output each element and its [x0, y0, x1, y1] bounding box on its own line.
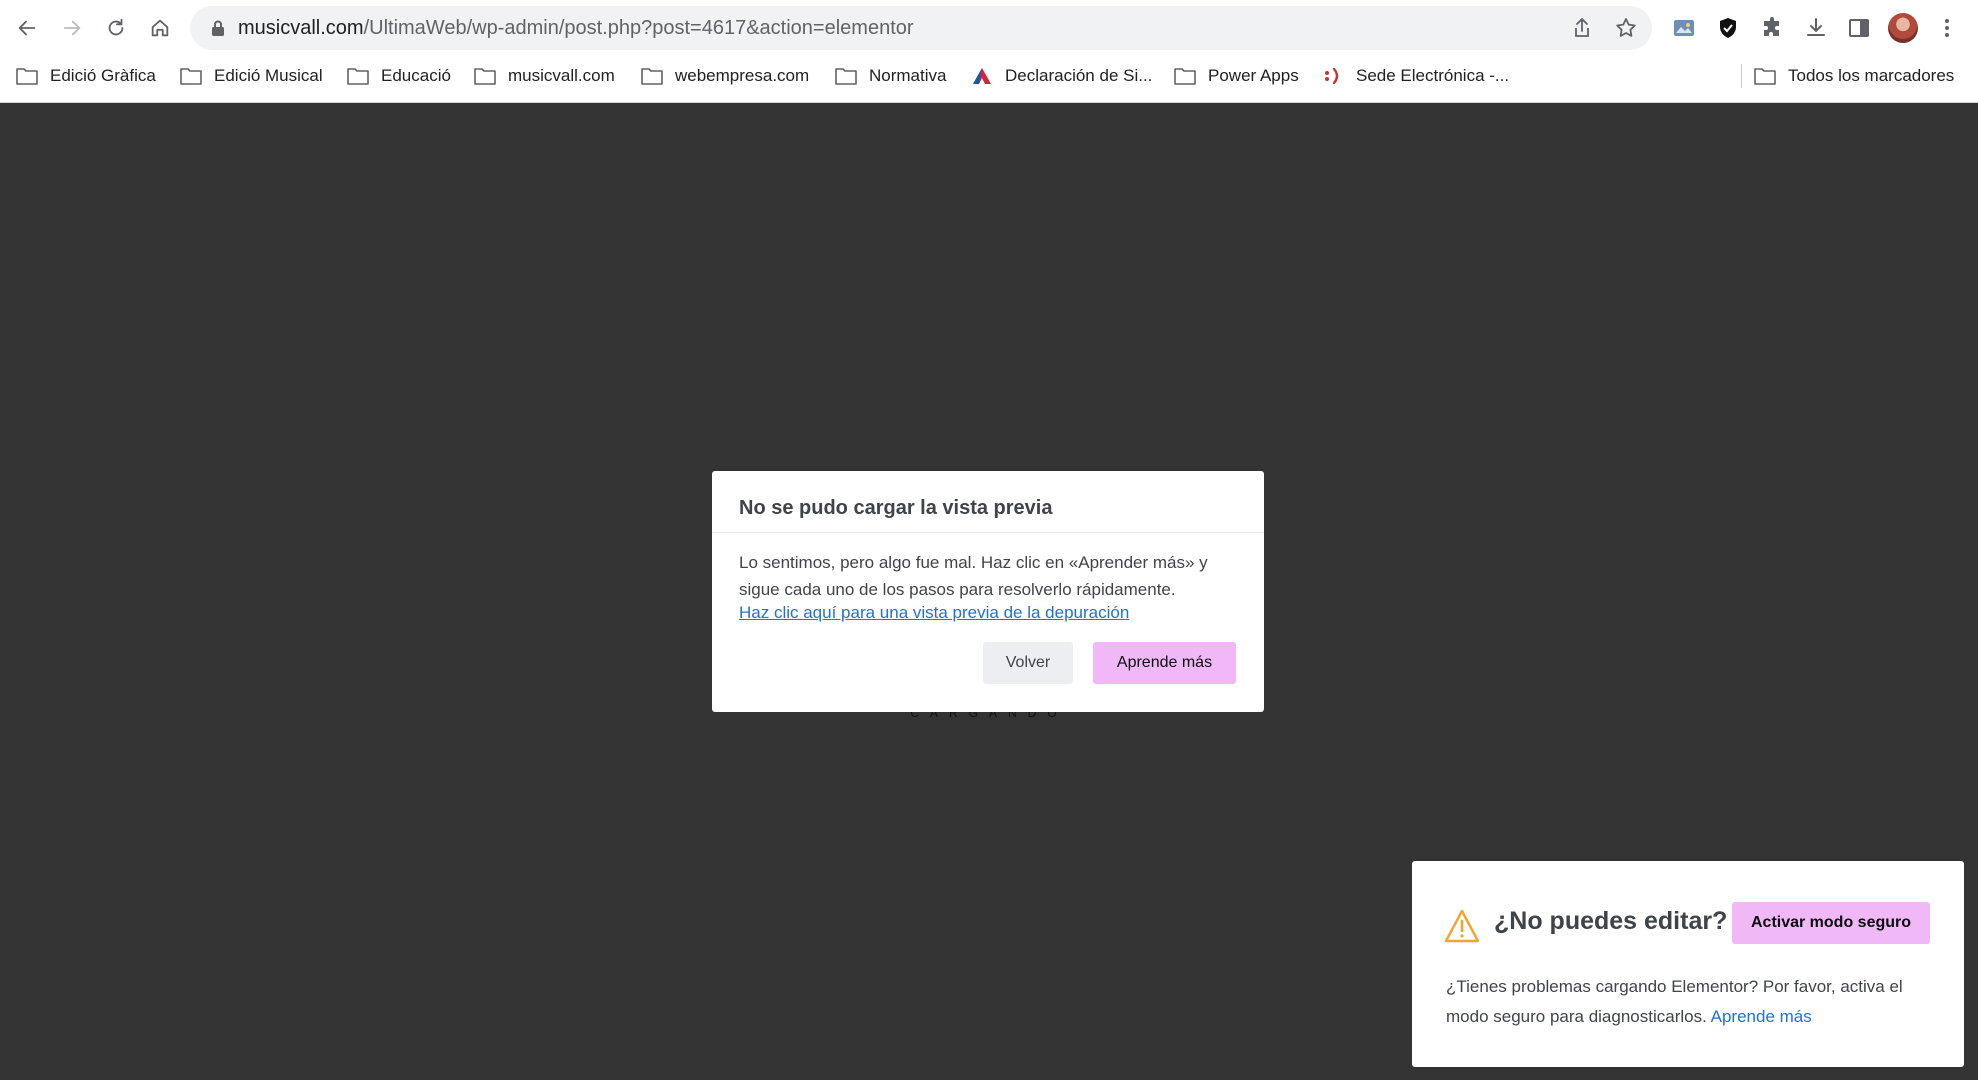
kebab-menu-icon[interactable] [1933, 14, 1961, 42]
bookmark-label: Educació [381, 66, 451, 85]
arrow-left-icon [18, 20, 36, 36]
folder-icon [1754, 68, 1776, 85]
reload-button[interactable] [98, 10, 134, 46]
browser-chrome: musicvall.com/UltimaWeb/wp-admin/post.ph… [0, 0, 1978, 103]
bookmark-label: Edició Musical [214, 66, 323, 85]
folder-icon [641, 68, 663, 85]
dialog-message: Lo sentimos, pero algo fue mal. Haz clic… [739, 553, 1208, 599]
reload-icon [108, 18, 124, 36]
image-extension-icon[interactable] [1670, 14, 1698, 42]
folder-icon [16, 68, 38, 85]
bookmark-label: Sede Electrónica -... [1356, 66, 1510, 85]
bookmark-normativa[interactable]: Normativa [835, 64, 946, 88]
star-icon[interactable] [1614, 16, 1638, 40]
notice-learn-more-link[interactable]: Aprende más [1711, 1007, 1812, 1026]
browser-toolbar: musicvall.com/UltimaWeb/wp-admin/post.ph… [0, 0, 1978, 56]
preview-error-dialog: No se pudo cargar la vista previa Lo sen… [712, 471, 1264, 712]
sede-logo-icon [1325, 67, 1339, 85]
bookmark-label: Power Apps [1208, 66, 1299, 85]
all-bookmarks[interactable]: Todos los marcadores [1754, 64, 1954, 88]
folder-icon [1174, 68, 1196, 85]
arrow-right-icon [63, 20, 81, 36]
back-dialog-button[interactable]: Volver [983, 642, 1073, 684]
folder-icon [835, 68, 857, 85]
bookmark-edicio-grafica[interactable]: Edició Gràfica [16, 64, 156, 88]
notice-message: ¿Tienes problemas cargando Elementor? Po… [1446, 977, 1903, 1026]
folder-icon [180, 68, 202, 85]
url-text[interactable]: musicvall.com/UltimaWeb/wp-admin/post.ph… [238, 17, 914, 40]
bookmark-label: Normativa [869, 66, 947, 85]
folder-icon [347, 68, 369, 85]
safe-mode-notice: ¿No puedes editar? Activar modo seguro ¿… [1412, 861, 1964, 1067]
all-bookmarks-label: Todos los marcadores [1788, 66, 1955, 85]
url-host: musicvall.com [238, 17, 364, 39]
activate-safe-mode-button[interactable]: Activar modo seguro [1732, 902, 1930, 944]
bookmark-label: webempresa.com [675, 66, 810, 85]
bookmark-educacio[interactable]: Educació [347, 64, 451, 88]
home-icon [151, 19, 169, 37]
forward-button[interactable] [54, 10, 90, 46]
bookmark-declaracion[interactable]: Declaración de Si... [971, 64, 1152, 88]
home-button[interactable] [142, 10, 178, 46]
debug-preview-link[interactable]: Haz clic aquí para una vista previa de l… [739, 603, 1129, 623]
puzzle-icon[interactable] [1758, 14, 1786, 42]
folder-icon [474, 68, 496, 85]
bookmark-label: Declaración de Si... [1005, 66, 1153, 85]
notice-title: ¿No puedes editar? [1494, 907, 1728, 935]
bookmark-webempresa[interactable]: webempresa.com [641, 64, 809, 88]
side-panel-icon[interactable] [1845, 14, 1873, 42]
notice-text: ¿Tienes problemas cargando Elementor? Po… [1446, 972, 1946, 1032]
dialog-divider [712, 532, 1264, 533]
url-path: /UltimaWeb/wp-admin/post.php?post=4617&a… [363, 17, 914, 39]
profile-avatar[interactable] [1888, 13, 1918, 43]
back-button[interactable] [9, 10, 45, 46]
address-bar[interactable]: musicvall.com/UltimaWeb/wp-admin/post.ph… [190, 6, 1652, 50]
dialog-title: No se pudo cargar la vista previa [739, 497, 1053, 519]
share-icon[interactable] [1570, 16, 1594, 40]
download-icon[interactable] [1802, 14, 1830, 42]
bookmark-power-apps[interactable]: Power Apps [1174, 64, 1299, 88]
lock-icon[interactable] [208, 18, 228, 38]
bookmarks-separator [1741, 64, 1742, 88]
bookmarks-bar: Edició Gràfica Edició Musical Educació m… [0, 58, 1978, 94]
bookmark-musicvall[interactable]: musicvall.com [474, 64, 615, 88]
bookmark-label: musicvall.com [508, 66, 615, 85]
bookmark-sede-electronica[interactable]: Sede Electrónica -... [1322, 64, 1509, 88]
learn-more-button[interactable]: Aprende más [1093, 642, 1236, 684]
bookmark-label: Edició Gràfica [50, 66, 156, 85]
autocad-logo-icon [973, 68, 991, 84]
shield-icon[interactable] [1714, 14, 1742, 42]
bookmark-edicio-musical[interactable]: Edició Musical [180, 64, 323, 88]
warning-icon [1444, 909, 1480, 943]
